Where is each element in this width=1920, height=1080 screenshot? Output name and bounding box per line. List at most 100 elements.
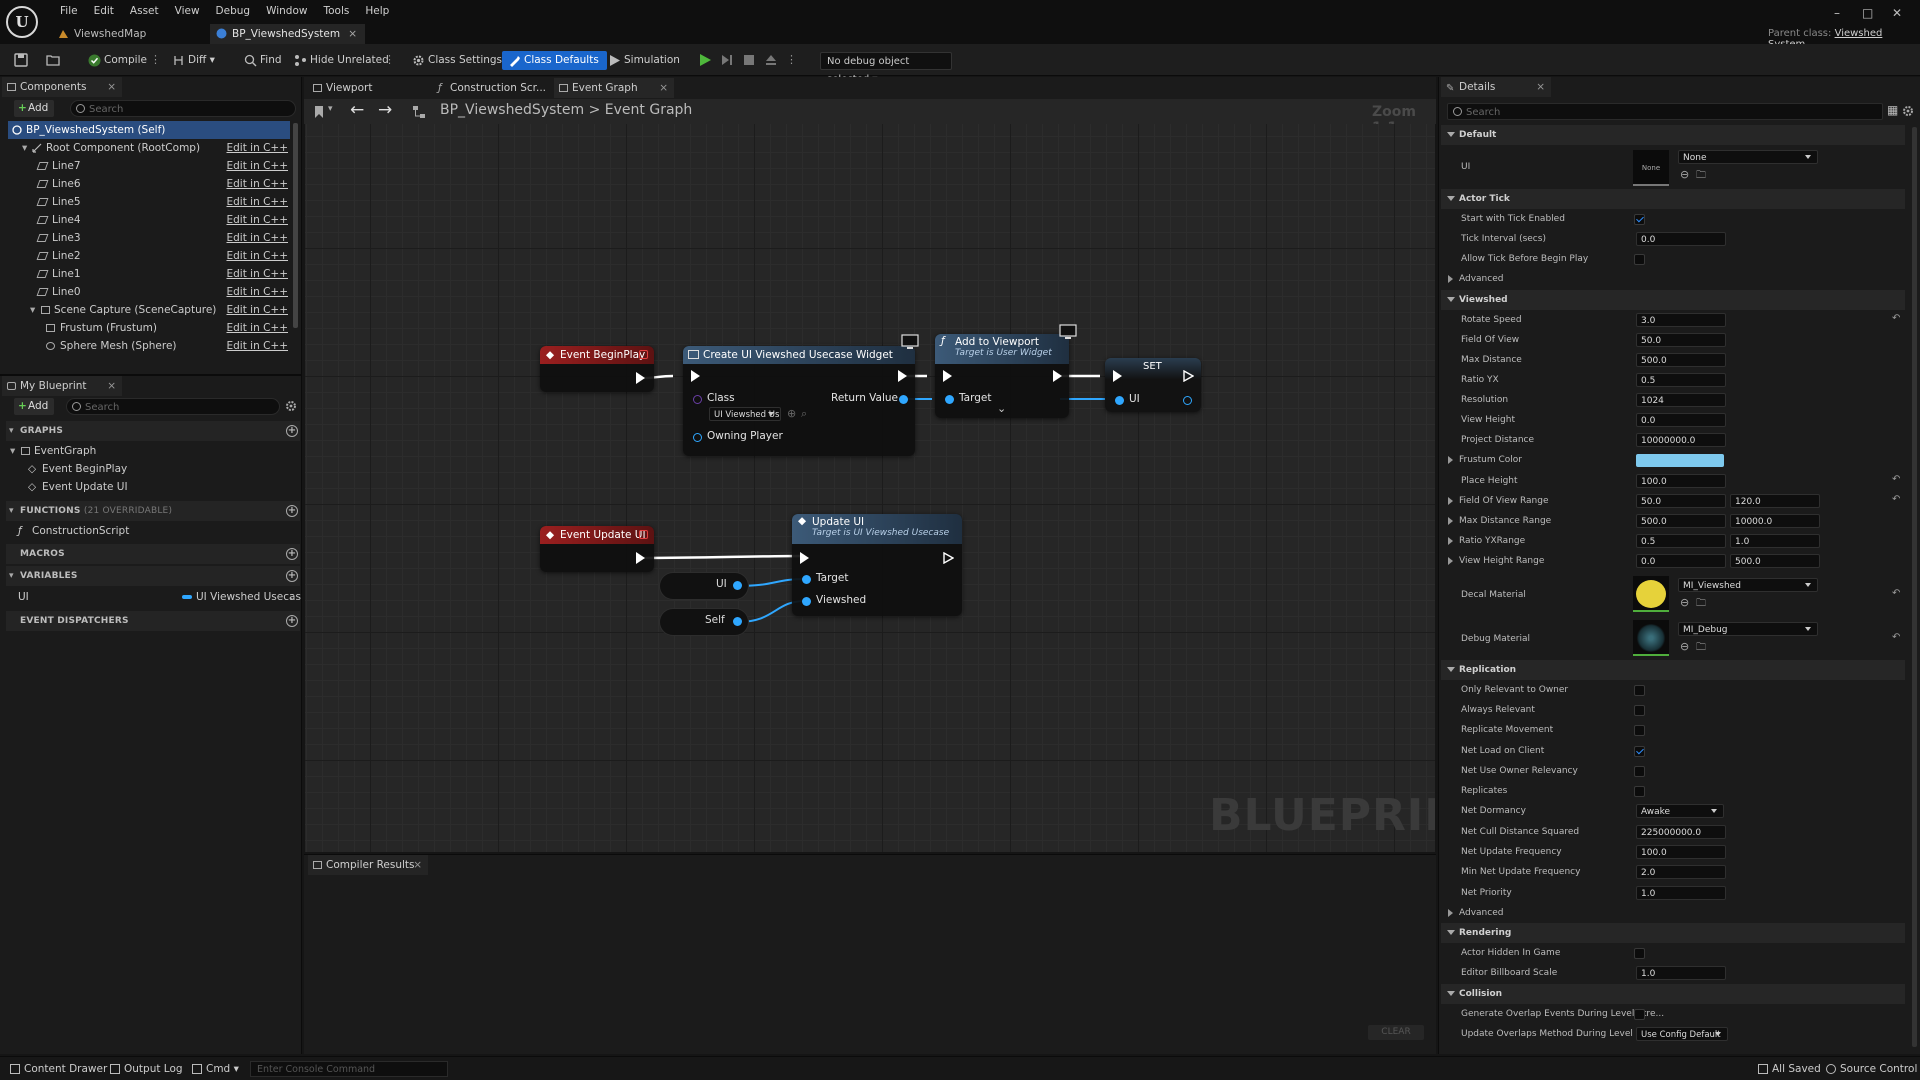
node-create-widget[interactable]: Create UI Viewshed Usecase Widget Class … xyxy=(683,334,919,456)
edit-in-cpp-link[interactable]: Edit in C++ xyxy=(226,337,288,355)
exec-in-pin[interactable] xyxy=(800,552,809,564)
add-graph-icon[interactable]: + xyxy=(286,425,298,437)
component-item[interactable]: Line5 Edit in C++ xyxy=(36,193,288,211)
menu-edit[interactable]: Edit xyxy=(86,3,122,19)
advanced-tick-expander[interactable]: Advanced xyxy=(1441,269,1905,289)
gear-icon[interactable] xyxy=(285,400,297,412)
component-item[interactable]: Line7 Edit in C++ xyxy=(36,157,288,175)
play-options-icon[interactable]: ⋮ xyxy=(786,53,797,66)
breadcrumb-root[interactable]: BP_ViewshedSystem xyxy=(440,102,584,118)
details-tab[interactable]: ✎ Details × xyxy=(1441,77,1551,97)
menu-view[interactable]: View xyxy=(167,3,208,19)
replicate-movement-checkbox[interactable] xyxy=(1634,725,1645,736)
node-set-ui[interactable]: SET UI xyxy=(1105,358,1201,412)
close-icon[interactable]: × xyxy=(107,376,116,396)
my-blueprint-search-input[interactable]: Search xyxy=(66,398,280,415)
doc-tab-viewshedmap[interactable]: ViewshedMap xyxy=(52,24,202,44)
exec-in-pin[interactable] xyxy=(691,370,700,382)
details-search-input[interactable]: Search xyxy=(1447,103,1883,120)
play-icon[interactable] xyxy=(698,53,712,67)
browse-icon[interactable] xyxy=(46,53,60,67)
class-settings-button[interactable]: Class Settings xyxy=(410,51,502,70)
section-default[interactable]: Default xyxy=(1441,125,1905,145)
ui-asset-select[interactable]: None xyxy=(1678,150,1818,164)
add-component-button[interactable]: Add xyxy=(14,100,54,117)
use-selected-icon[interactable]: ⊖ xyxy=(1680,168,1689,181)
max-distance-range-min-input[interactable]: 500.0 xyxy=(1636,514,1726,528)
add-member-button[interactable]: Add xyxy=(14,398,54,415)
expand-arrow-icon[interactable]: ▾ xyxy=(22,139,27,157)
reset-icon[interactable]: ↶ xyxy=(1892,474,1900,485)
menu-file[interactable]: File xyxy=(52,3,86,19)
menu-window[interactable]: Window xyxy=(258,3,315,19)
ratio-range-min-input[interactable]: 0.5 xyxy=(1636,534,1726,548)
exec-in-pin[interactable] xyxy=(1113,370,1122,382)
frustum-color-swatch[interactable] xyxy=(1636,454,1724,467)
close-icon[interactable]: × xyxy=(1536,77,1545,97)
my-blueprint-tab[interactable]: My Blueprint × xyxy=(2,376,122,396)
add-macro-icon[interactable]: + xyxy=(286,548,298,560)
hide-unrelated-button[interactable]: Hide Unrelated xyxy=(292,51,389,70)
variables-section[interactable]: ▾ VARIABLES + xyxy=(6,566,300,586)
browse-icon[interactable]: 🗀 xyxy=(1696,640,1706,657)
step-icon[interactable] xyxy=(720,53,734,67)
node-event-update-ui[interactable]: ◆ Event Update UI xyxy=(540,526,654,572)
bookmark-icon[interactable] xyxy=(312,105,326,119)
exec-out-pin[interactable] xyxy=(898,370,907,382)
ui-in-pin[interactable] xyxy=(1115,396,1124,405)
gen-overlap-checkbox[interactable] xyxy=(1634,1009,1645,1020)
source-control-button[interactable]: Source Control xyxy=(1824,1061,1917,1077)
class-select[interactable]: UI Viewshed Us xyxy=(709,407,781,421)
exec-out-pin[interactable] xyxy=(1183,370,1194,382)
node-self[interactable]: Self xyxy=(660,609,748,635)
close-icon[interactable]: × xyxy=(413,855,422,875)
node-update-ui[interactable]: ◆ Update UI Target is UI Viewshed Usecas… xyxy=(792,514,962,616)
menu-debug[interactable]: Debug xyxy=(208,3,259,19)
edit-in-cpp-link[interactable]: Edit in C++ xyxy=(226,157,288,175)
section-rendering[interactable]: Rendering xyxy=(1441,923,1905,943)
section-replication[interactable]: Replication xyxy=(1441,660,1905,680)
use-selected-icon[interactable]: ⊖ xyxy=(1680,640,1689,653)
net-owner-rel-checkbox[interactable] xyxy=(1634,766,1645,777)
reset-icon[interactable]: ↶ xyxy=(1892,632,1900,643)
self-pin[interactable] xyxy=(733,617,742,626)
allow-tick-checkbox[interactable] xyxy=(1634,254,1645,265)
menu-asset[interactable]: Asset xyxy=(122,3,167,19)
close-icon[interactable]: × xyxy=(107,77,116,97)
component-item[interactable]: Frustum (Frustum) Edit in C++ xyxy=(46,319,288,337)
edit-in-cpp-link[interactable]: Edit in C++ xyxy=(226,283,288,301)
min-net-update-input[interactable]: 2.0 xyxy=(1636,865,1726,879)
save-icon[interactable] xyxy=(14,53,28,67)
fov-input[interactable]: 50.0 xyxy=(1636,333,1726,347)
place-height-input[interactable]: 100.0 xyxy=(1636,474,1726,488)
eject-icon[interactable] xyxy=(764,53,778,67)
components-scrollbar[interactable] xyxy=(293,123,298,328)
owning-player-pin[interactable] xyxy=(693,433,702,442)
class-defaults-button[interactable]: Class Defaults xyxy=(502,51,607,70)
functions-section[interactable]: ▾ FUNCTIONS (21 OVERRIDABLE) + xyxy=(6,501,300,521)
component-item[interactable]: Line6 Edit in C++ xyxy=(36,175,288,193)
browse-icon[interactable]: ⊕ xyxy=(787,407,796,420)
exec-out-pin[interactable] xyxy=(636,552,645,564)
net-dormancy-select[interactable]: Awake xyxy=(1636,804,1724,818)
section-actor-tick[interactable]: Actor Tick xyxy=(1441,189,1905,209)
event-graph-canvas[interactable]: ◆ Event BeginPlay Create UI Viewshed Use… xyxy=(305,124,1435,852)
clear-button[interactable]: CLEAR xyxy=(1368,1025,1424,1040)
decal-thumbnail[interactable] xyxy=(1633,576,1669,612)
project-distance-input[interactable]: 10000000.0 xyxy=(1636,433,1726,447)
net-cull-input[interactable]: 225000000.0 xyxy=(1636,825,1726,839)
event-begin-play-item[interactable]: ◇ Event BeginPlay xyxy=(28,460,127,478)
rotate-speed-input[interactable]: 3.0 xyxy=(1636,313,1726,327)
node-event-beginplay[interactable]: ◆ Event BeginPlay xyxy=(540,346,654,392)
reset-icon[interactable]: ↶ xyxy=(1892,494,1900,505)
update-overlap-select[interactable]: Use Config Default xyxy=(1636,1027,1728,1041)
view-height-range-max-input[interactable]: 500.0 xyxy=(1730,554,1820,568)
menu-help[interactable]: Help xyxy=(357,3,397,19)
stop-icon[interactable] xyxy=(742,53,756,67)
target-pin[interactable] xyxy=(802,575,811,584)
chevron-down-icon[interactable]: ▾ xyxy=(328,104,333,114)
return-value-pin[interactable] xyxy=(899,395,908,404)
components-search-input[interactable]: Search xyxy=(70,100,296,117)
close-window-icon[interactable]: ✕ xyxy=(1892,6,1902,20)
ratio-yx-input[interactable]: 0.5 xyxy=(1636,373,1726,387)
